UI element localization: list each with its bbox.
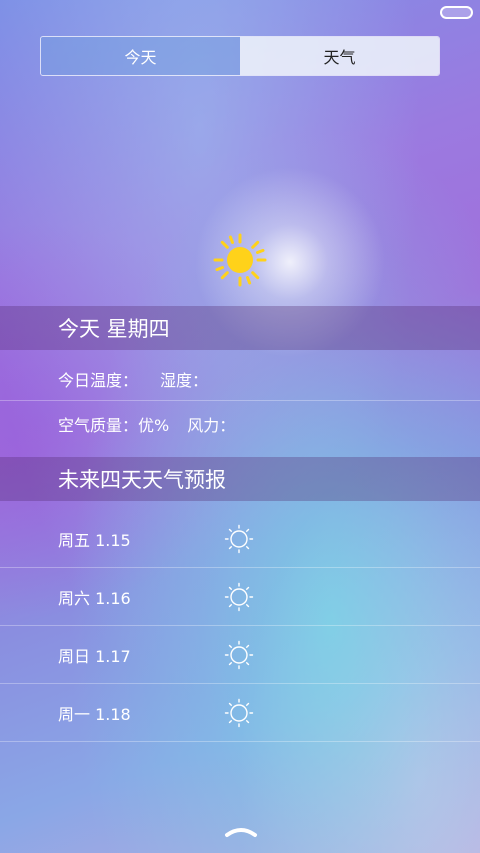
temperature-humidity-row: 今日温度： 湿度： (0, 357, 480, 401)
sun-outline-icon (224, 698, 254, 728)
sun-outline-icon (224, 524, 254, 554)
tab-bar: 今天 天气 (40, 36, 440, 76)
forecast-day: 周一 1.18 (58, 705, 131, 724)
forecast-day: 周六 1.16 (58, 589, 131, 608)
toggle-switch[interactable] (440, 6, 473, 19)
divider (0, 400, 480, 401)
forecast-day: 周五 1.15 (58, 531, 131, 550)
air-quality-label: 空气质量：优% (58, 416, 170, 435)
tab-today[interactable]: 今天 (41, 37, 240, 75)
chevron-up-icon[interactable] (224, 824, 258, 838)
forecast-row: 周六 1.16 (0, 568, 480, 626)
forecast-row: 周五 1.15 (0, 510, 480, 568)
divider (0, 741, 480, 742)
forecast-row: 周一 1.18 (0, 684, 480, 742)
humidity-label: 湿度： (160, 371, 209, 390)
today-header: 今天 星期四 (0, 306, 480, 350)
sun-outline-icon (224, 582, 254, 612)
temperature-label: 今日温度： (58, 371, 139, 390)
wind-label: 风力： (187, 416, 236, 435)
tab-weather[interactable]: 天气 (240, 37, 439, 75)
forecast-day: 周日 1.17 (58, 647, 131, 666)
sun-outline-icon (224, 640, 254, 670)
forecast-row: 周日 1.17 (0, 626, 480, 684)
air-wind-row: 空气质量：优% 风力： (0, 402, 480, 446)
sun-icon (213, 233, 267, 287)
forecast-header: 未来四天天气预报 (0, 457, 480, 501)
